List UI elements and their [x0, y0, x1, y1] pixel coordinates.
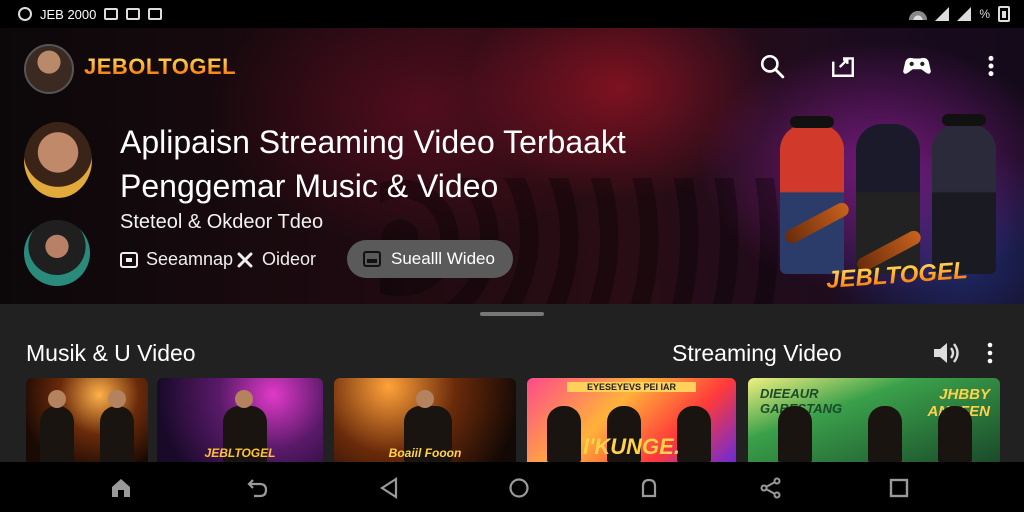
video-thumbnail-5[interactable]: DIEEAUR GABESTANG JHBBY ANAFEN — [748, 378, 1000, 462]
triangle-back-icon[interactable] — [376, 475, 402, 501]
meta-left-label: Seeamnap — [146, 249, 234, 269]
status-left: JEB 2000 — [18, 6, 163, 22]
signal-icon — [935, 7, 950, 21]
thumb-head — [108, 390, 126, 408]
thumbnail-label: JEBLTOGEL — [204, 446, 276, 460]
meta-right[interactable]: Oideor — [236, 249, 316, 270]
status-bar: JEB 2000 % — [0, 0, 1024, 28]
video-thumbnail-3[interactable]: Boaiil Fooon — [334, 378, 516, 462]
status-right: % — [909, 6, 1010, 22]
screen-icon — [120, 251, 138, 269]
system-navigation-bar — [0, 462, 1024, 512]
meta-right-label: Oideor — [262, 249, 317, 269]
poster-hat-right — [942, 114, 986, 126]
back-icon[interactable] — [244, 475, 270, 501]
thumb-head — [48, 390, 66, 408]
thumbnail-top-label: EYESEYEVS PEI IAR — [567, 382, 696, 392]
tools-icon — [236, 251, 254, 269]
share-icon[interactable] — [758, 475, 784, 501]
square-recents-icon[interactable] — [886, 475, 912, 501]
video-thumbnail-1[interactable] — [26, 378, 148, 462]
speaker-icon[interactable] — [932, 340, 964, 366]
photo-notification-icon — [126, 8, 141, 20]
guest-avatar[interactable] — [24, 220, 90, 286]
bell-icon[interactable] — [636, 475, 662, 501]
wifi-icon — [909, 8, 928, 20]
drag-handle[interactable] — [480, 312, 544, 316]
streaming-tab[interactable]: Streaming Video — [672, 340, 842, 367]
home-icon[interactable] — [108, 475, 134, 501]
circle-home-icon[interactable] — [506, 475, 532, 501]
gamepad-icon[interactable] — [900, 52, 934, 80]
app-notification-icon — [18, 7, 32, 21]
poster-hat-left — [790, 116, 834, 128]
host-avatar[interactable] — [24, 122, 92, 198]
cast-icon[interactable] — [829, 52, 857, 80]
section-more-icon[interactable] — [980, 340, 1000, 366]
signal-secondary-icon — [957, 7, 972, 21]
thumb-person — [868, 406, 902, 462]
hero-title: Aplipaisn Streaming Video Terbaakt Pengg… — [120, 120, 740, 208]
poster-figure-left — [780, 124, 844, 274]
watch-video-label: Suealll Wideo — [391, 249, 495, 268]
hero-title-line-1: Aplipaisn Streaming Video Terbaakt — [120, 124, 626, 160]
thumb-person — [100, 406, 134, 462]
thumb-person — [778, 406, 812, 462]
thumb-person — [938, 406, 972, 462]
hero-subtitle: Steteol & Okdeor Tdeo — [120, 211, 324, 233]
battery-icon — [998, 6, 1010, 22]
thumb-person — [40, 406, 74, 462]
search-icon[interactable] — [758, 52, 786, 80]
status-time: JEB 2000 — [40, 6, 97, 22]
image-notification-icon — [104, 8, 119, 20]
video-thumbnail-2[interactable]: JEBLTOGEL — [157, 378, 323, 462]
thumb-head — [235, 390, 253, 408]
channel-avatar[interactable] — [24, 44, 74, 94]
thumbnail-label: Boaiil Fooon — [388, 446, 462, 460]
watch-video-button[interactable]: Suealll Wideo — [347, 240, 513, 278]
thumbnail-top-label: DIEEAUR GABESTANG — [760, 386, 842, 416]
poster-figure-right — [932, 124, 996, 274]
more-vertical-icon[interactable] — [977, 52, 1005, 80]
meta-left[interactable]: Seeamnap — [120, 249, 233, 270]
hero-title-line-2: Penggemar Music & Video — [120, 168, 499, 204]
thumbnail-label: I'KUNGE. — [583, 434, 680, 459]
video-icon — [363, 251, 381, 267]
section-title[interactable]: Musik & U Video — [26, 340, 196, 367]
hero-banner[interactable]: JEBOLTOGEL Aplipaisn Streaming Video Ter… — [0, 28, 1024, 304]
channel-name[interactable]: JEBOLTOGEL — [84, 54, 236, 80]
battery-percent: % — [979, 7, 990, 21]
content-section: Musik & U Video Streaming Video JEBLTOGE… — [0, 304, 1024, 462]
video-thumbnail-4[interactable]: EYESEYEVS PEI IAR I'KUNGE. — [527, 378, 736, 462]
gallery-notification-icon — [148, 8, 163, 20]
thumb-head — [416, 390, 434, 408]
